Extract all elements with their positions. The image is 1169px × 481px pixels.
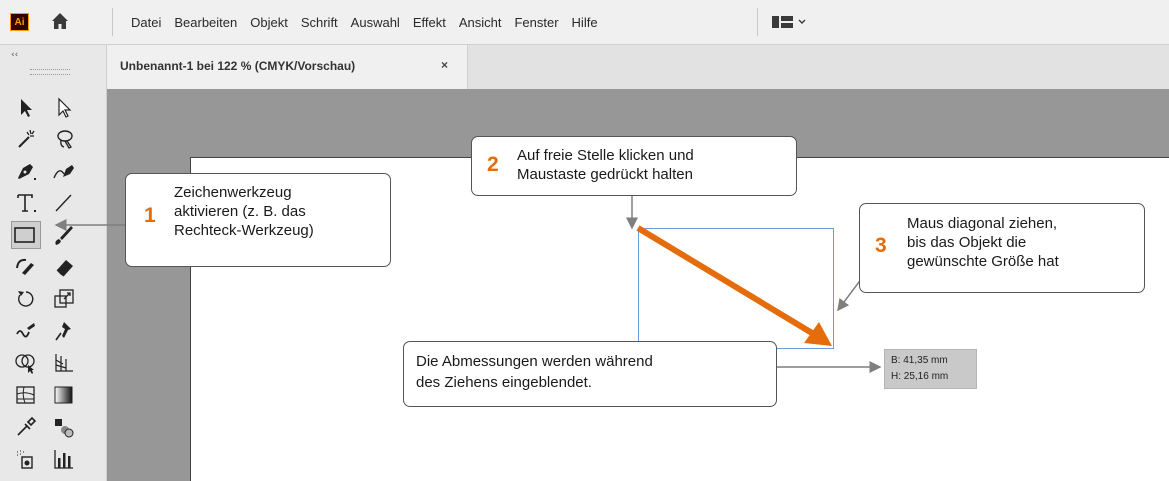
callout-2: 2 Auf freie Stelle klicken und Maustaste… <box>471 136 797 196</box>
dimension-width: B: 41,35 mm <box>891 355 948 366</box>
dimension-height: H: 25,16 mm <box>891 371 949 382</box>
callout-text-line: Rechteck-Werkzeug) <box>174 222 314 239</box>
callout-text-line: bis das Objekt die <box>907 234 1027 251</box>
callout-text-line: Die Abmessungen werden während <box>416 353 653 370</box>
callout-text-line: Zeichenwerkzeug <box>174 184 292 201</box>
drag-arrow-line <box>636 225 814 336</box>
callout-text-line: aktivieren (z. B. das <box>174 203 306 220</box>
callout-text-line: Maus diagonal ziehen, <box>907 215 1058 232</box>
callout-number: 1 <box>144 204 156 227</box>
callout-text-line: Auf freie Stelle klicken und <box>517 147 694 164</box>
callout-4: Die Abmessungen werden während des Ziehe… <box>403 341 777 407</box>
callout-number: 2 <box>487 153 499 176</box>
callout-number: 3 <box>875 234 887 257</box>
dimension-tooltip: B: 41,35 mm H: 25,16 mm <box>884 349 977 389</box>
callout-text-line: Maustaste gedrückt halten <box>517 166 693 183</box>
callout-1: 1 Zeichenwerkzeug aktivieren (z. B. das … <box>125 173 391 267</box>
callout-3: 3 Maus diagonal ziehen, bis das Objekt d… <box>859 203 1145 293</box>
callout-text-line: gewünschte Größe hat <box>907 253 1059 270</box>
callout-text-line: des Ziehens eingeblendet. <box>416 374 592 391</box>
